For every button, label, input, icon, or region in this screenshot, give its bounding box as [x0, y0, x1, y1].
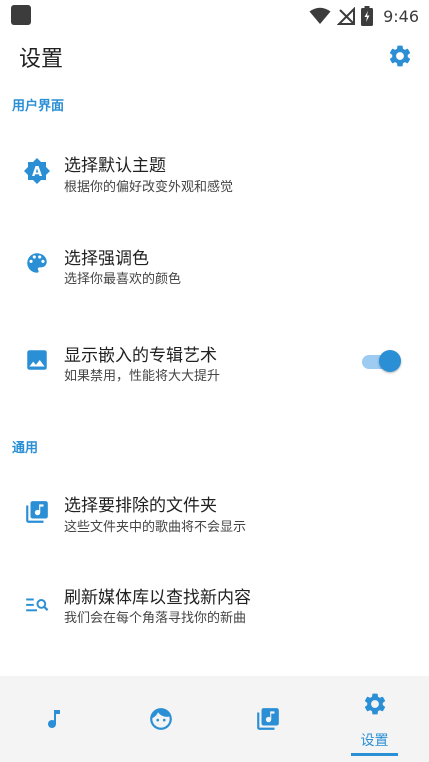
exclude-folders-title: 选择要排除的文件夹	[64, 496, 217, 516]
bottom-navigation: 设置	[0, 676, 429, 762]
music-library-icon	[22, 497, 52, 527]
rescan-library-title: 刷新媒体库以查找新内容	[64, 588, 251, 608]
nav-item-artists[interactable]	[107, 676, 214, 762]
accent-color-title: 选择强调色	[64, 249, 149, 269]
rescan-library-subtitle: 我们会在每个角落寻找你的新曲	[64, 611, 247, 626]
album-art-toggle[interactable]	[362, 349, 402, 373]
setting-item-exclude-folders[interactable]: 选择要排除的文件夹 这些文件夹中的歌曲将不会显示	[0, 467, 429, 557]
nav-item-settings[interactable]: 设置	[321, 676, 428, 762]
section-header-general: 通用	[12, 441, 39, 456]
theme-icon: A	[22, 156, 52, 186]
setting-item-theme[interactable]: A 选择默认主题 根据你的偏好改变外观和感觉	[0, 125, 429, 215]
settings-button[interactable]	[385, 41, 415, 71]
setting-item-accent-color[interactable]: 选择强调色 选择你最喜欢的颜色	[0, 223, 429, 313]
setting-item-album-art[interactable]: 显示嵌入的专辑艺术 如果禁用，性能将大大提升	[0, 320, 429, 410]
section-header-ui: 用户界面	[12, 99, 65, 114]
gear-icon	[389, 45, 411, 67]
status-icons: 9:46	[309, 5, 419, 27]
no-signal-icon	[337, 7, 356, 25]
theme-title: 选择默认主题	[64, 156, 166, 176]
image-icon	[22, 345, 52, 375]
nav-selected-indicator	[351, 753, 398, 756]
battery-charging-icon	[361, 6, 374, 26]
app-bar: 设置	[0, 32, 429, 88]
nav-item-songs[interactable]	[0, 676, 107, 762]
face-icon	[147, 705, 175, 733]
music-library-icon	[254, 705, 282, 733]
toggle-thumb	[379, 350, 401, 372]
svg-text:A: A	[32, 165, 42, 180]
album-art-subtitle: 如果禁用，性能将大大提升	[64, 369, 221, 384]
nav-item-albums[interactable]	[214, 676, 321, 762]
wifi-icon	[309, 7, 331, 24]
search-list-icon	[22, 590, 52, 620]
accent-color-subtitle: 选择你最喜欢的颜色	[64, 272, 182, 287]
music-note-icon	[40, 705, 68, 733]
theme-subtitle: 根据你的偏好改变外观和感觉	[64, 180, 234, 195]
album-art-title: 显示嵌入的专辑艺术	[64, 346, 217, 366]
page-title: 设置	[19, 47, 64, 72]
palette-icon	[22, 248, 52, 278]
exclude-folders-subtitle: 这些文件夹中的歌曲将不会显示	[64, 520, 247, 535]
notification-icon	[11, 5, 31, 25]
gear-icon	[361, 690, 389, 718]
status-bar: 9:46	[0, 0, 429, 32]
status-time: 9:46	[383, 6, 419, 26]
setting-item-rescan-library[interactable]: 刷新媒体库以查找新内容 我们会在每个角落寻找你的新曲	[0, 565, 429, 655]
nav-label-settings: 设置	[360, 733, 389, 749]
